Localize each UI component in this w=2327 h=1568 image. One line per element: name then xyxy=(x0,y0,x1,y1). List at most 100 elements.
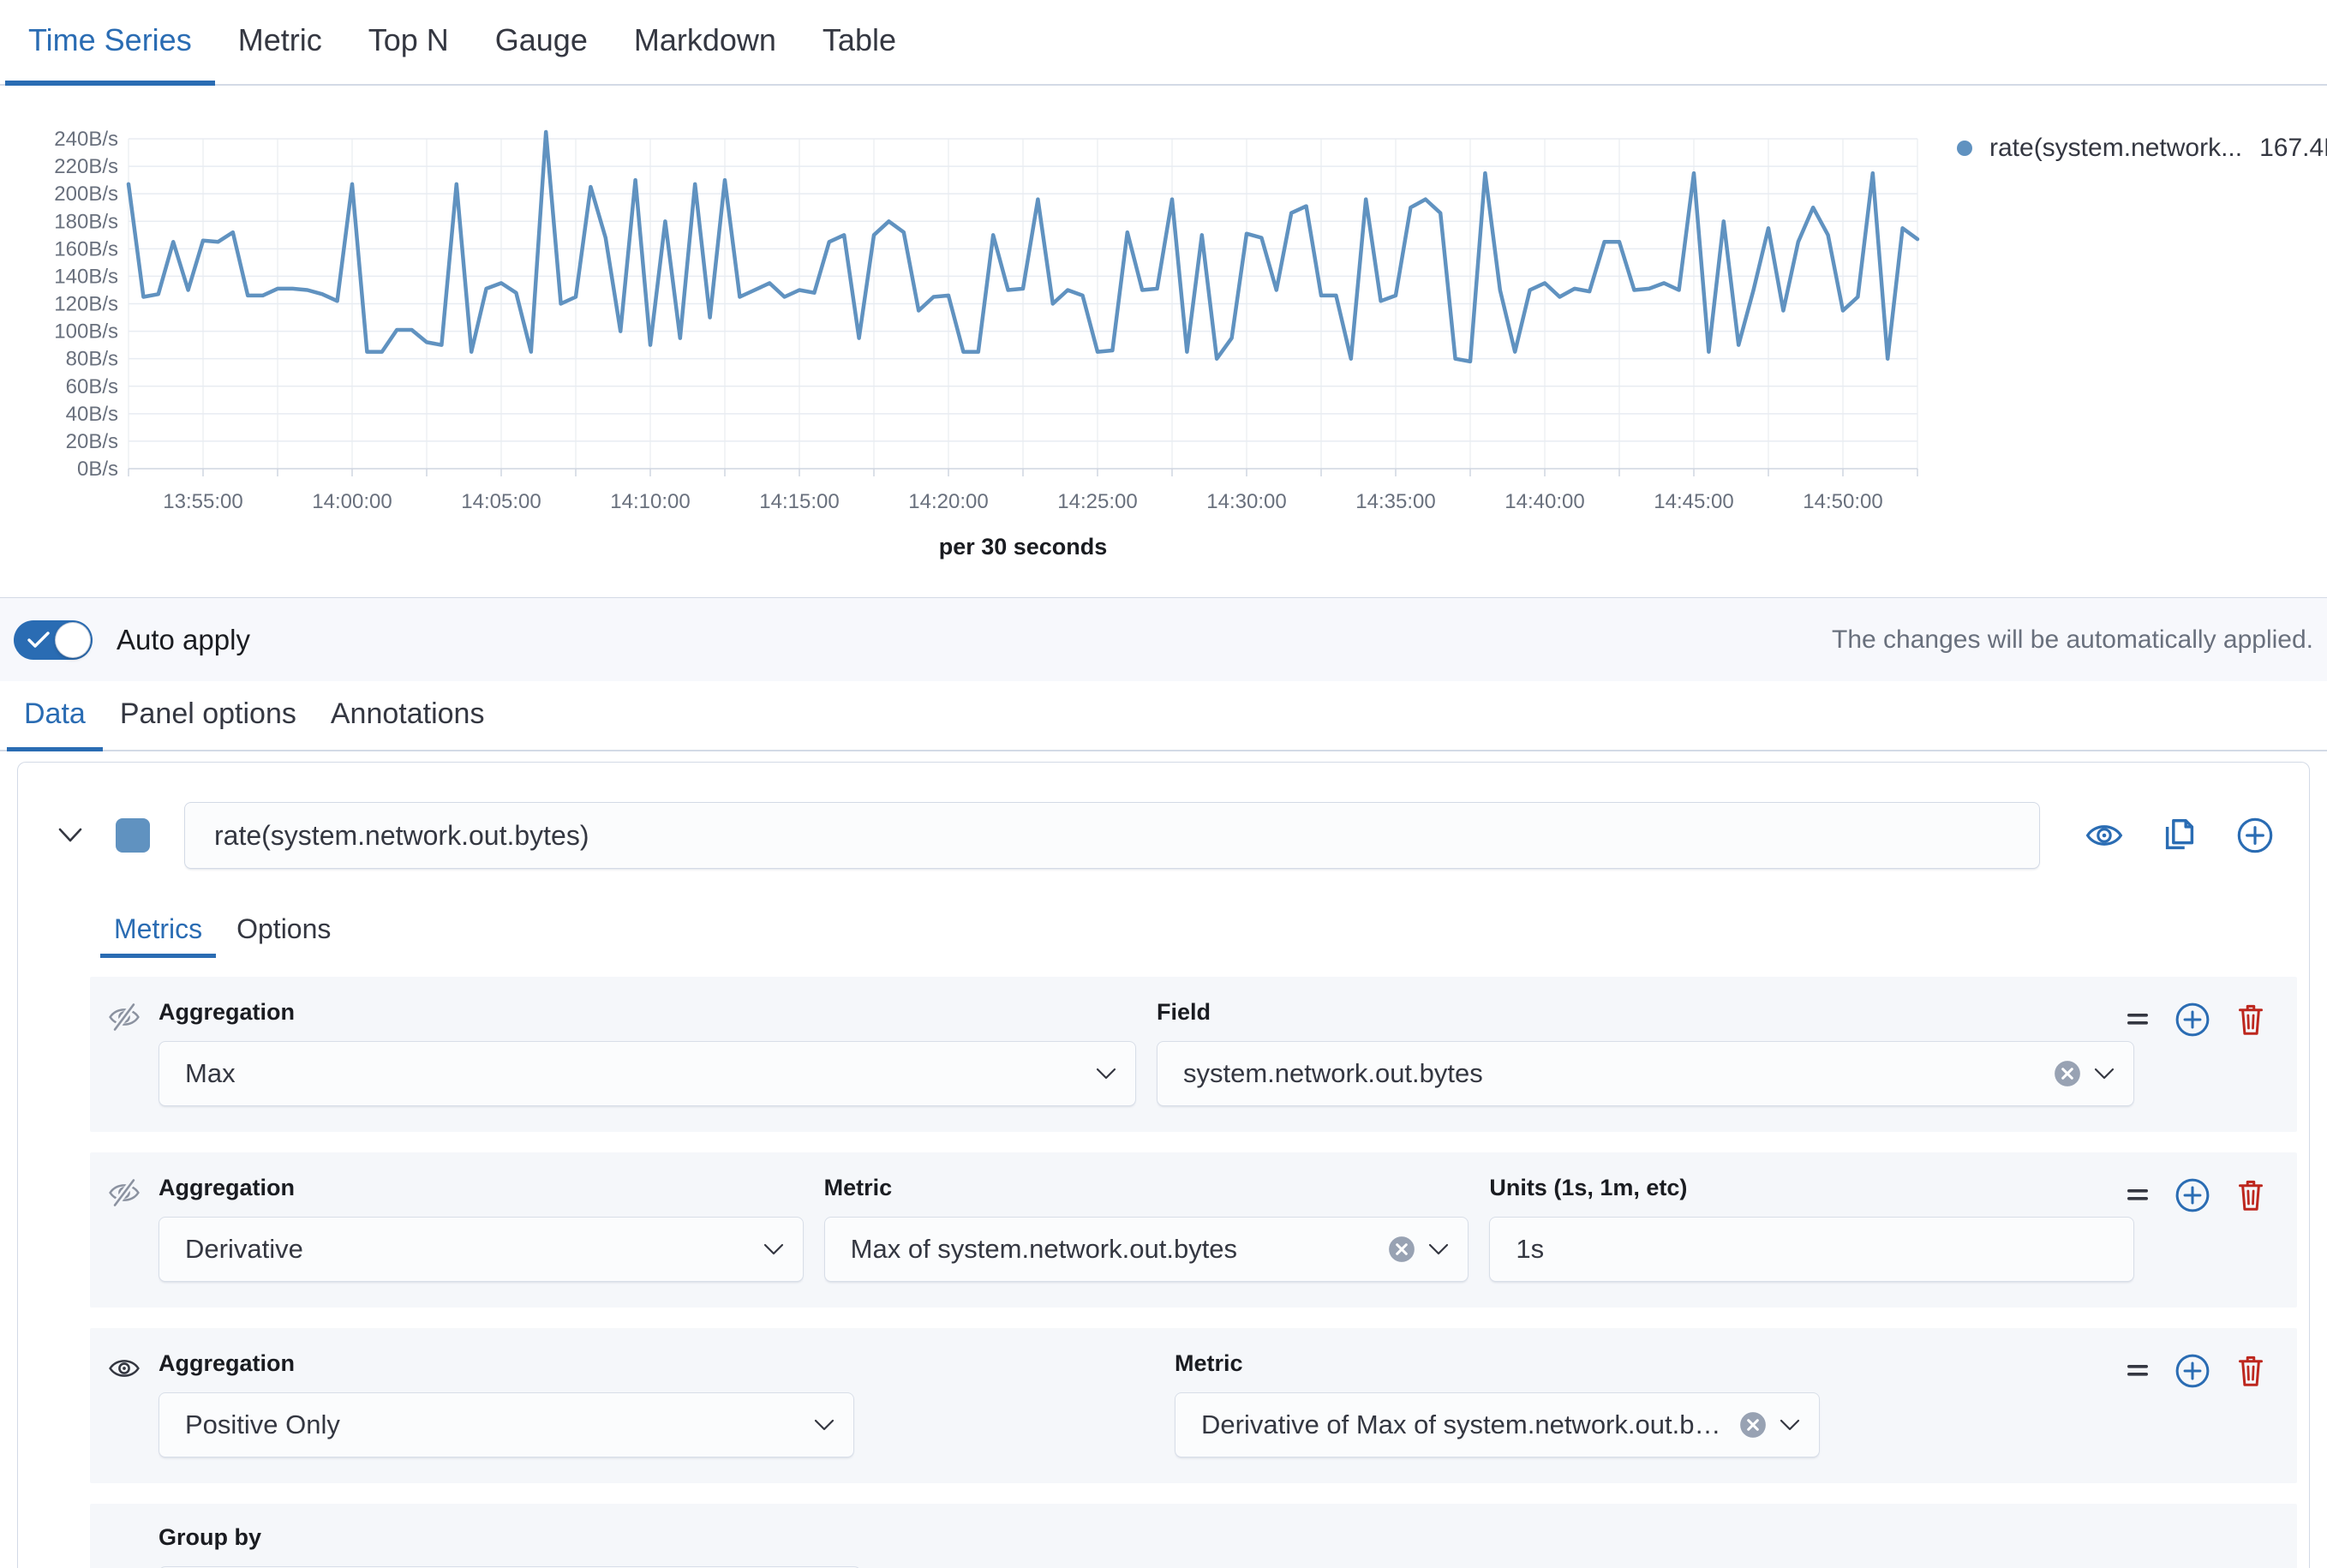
field-group: Metric Derivative of Max of system.netwo… xyxy=(1175,1350,1820,1457)
aggregation-select[interactable]: Max xyxy=(159,1041,1136,1106)
series-label-input[interactable] xyxy=(184,802,2040,869)
drag-handle-icon[interactable] xyxy=(2124,1010,2151,1029)
svg-text:240B/s: 240B/s xyxy=(54,128,118,151)
svg-text:14:35:00: 14:35:00 xyxy=(1355,490,1435,513)
chevron-down-icon xyxy=(1428,1242,1449,1256)
plus-circle-icon[interactable] xyxy=(2235,816,2275,855)
clear-icon[interactable] xyxy=(1738,1410,1768,1439)
eye-slash-icon[interactable] xyxy=(107,1178,141,1207)
tab-markdown[interactable]: Markdown xyxy=(611,0,799,86)
field-label: Metric xyxy=(1175,1350,1820,1377)
copy-icon[interactable] xyxy=(2160,816,2199,855)
field-label: Units (1s, 1m, etc) xyxy=(1489,1175,2134,1201)
tab-metrics[interactable]: Metrics xyxy=(100,905,216,958)
svg-text:120B/s: 120B/s xyxy=(54,293,118,316)
series-header xyxy=(18,802,2309,869)
svg-text:60B/s: 60B/s xyxy=(66,375,118,398)
svg-text:14:40:00: 14:40:00 xyxy=(1504,490,1584,513)
plus-circle-icon[interactable] xyxy=(2174,1352,2211,1390)
tab-options[interactable]: Options xyxy=(223,905,344,958)
field-group: Field system.network.out.bytes xyxy=(1157,999,2134,1106)
chevron-down-icon xyxy=(814,1418,834,1432)
field-combobox[interactable]: system.network.out.bytes xyxy=(1157,1041,2134,1106)
eye-icon[interactable] xyxy=(2085,816,2124,855)
series-header-actions xyxy=(2085,816,2275,855)
svg-text:100B/s: 100B/s xyxy=(54,320,118,344)
auto-apply-hint: The changes will be automatically applie… xyxy=(1832,625,2313,655)
trash-icon[interactable] xyxy=(2234,1001,2268,1038)
field-label: Aggregation xyxy=(159,999,1136,1026)
chart-legend-item[interactable]: rate(system.network... 167.4B/s xyxy=(1924,86,2327,597)
tab-metric[interactable]: Metric xyxy=(215,0,345,86)
toggle-knob xyxy=(56,623,90,657)
svg-text:14:10:00: 14:10:00 xyxy=(610,490,690,513)
svg-text:per 30 seconds: per 30 seconds xyxy=(939,534,1108,560)
drag-handle-icon[interactable] xyxy=(2124,1186,2151,1205)
svg-text:140B/s: 140B/s xyxy=(54,265,118,288)
legend-series-label: rate(system.network... xyxy=(1989,134,2242,163)
field-label: Aggregation xyxy=(159,1175,804,1201)
auto-apply-toggle[interactable] xyxy=(14,620,93,660)
svg-text:200B/s: 200B/s xyxy=(54,183,118,206)
tab-top-n[interactable]: Top N xyxy=(345,0,472,86)
chart-area: 0B/s20B/s40B/s60B/s80B/s100B/s120B/s140B… xyxy=(0,86,1924,597)
field-group: Units (1s, 1m, etc) 1s xyxy=(1489,1175,2134,1282)
eye-icon[interactable] xyxy=(107,1354,141,1383)
chevron-down-icon xyxy=(763,1242,784,1256)
visualization-type-tabs: Time SeriesMetricTop NGaugeMarkdownTable xyxy=(0,0,2327,86)
svg-text:220B/s: 220B/s xyxy=(54,155,118,178)
editor-tabs: DataPanel optionsAnnotations xyxy=(0,681,2327,751)
svg-text:14:50:00: 14:50:00 xyxy=(1803,490,1882,513)
field-group: Aggregation Positive Only xyxy=(159,1350,854,1457)
tab-table[interactable]: Table xyxy=(799,0,919,86)
group-by-label: Group by xyxy=(159,1524,2280,1551)
series-color-swatch[interactable] xyxy=(116,818,150,853)
metric-row: Aggregation Derivative Metric Max of sys… xyxy=(90,1152,2297,1308)
svg-text:180B/s: 180B/s xyxy=(54,210,118,233)
svg-text:14:25:00: 14:25:00 xyxy=(1057,490,1137,513)
plus-circle-icon[interactable] xyxy=(2174,1176,2211,1214)
clear-icon[interactable] xyxy=(1387,1235,1416,1264)
clear-icon[interactable] xyxy=(2053,1059,2082,1088)
svg-text:14:45:00: 14:45:00 xyxy=(1654,490,1733,513)
units-1s-1m-etc-input[interactable]: 1s xyxy=(1489,1217,2134,1282)
row-actions xyxy=(2124,1001,2268,1038)
field-group: Aggregation Derivative xyxy=(159,1175,804,1282)
field-label: Metric xyxy=(824,1175,1469,1201)
metric-combobox[interactable]: Derivative of Max of system.network.out.… xyxy=(1175,1392,1820,1457)
svg-text:14:15:00: 14:15:00 xyxy=(759,490,839,513)
field-label: Aggregation xyxy=(159,1350,854,1377)
tab-data[interactable]: Data xyxy=(7,681,103,751)
tab-panel-options[interactable]: Panel options xyxy=(103,681,314,751)
series-panel: MetricsOptions Aggregation Max Field sys… xyxy=(17,762,2310,1568)
trash-icon[interactable] xyxy=(2234,1352,2268,1390)
chevron-down-icon xyxy=(1096,1067,1116,1080)
check-icon xyxy=(27,631,50,649)
field-label: Field xyxy=(1157,999,2134,1026)
chevron-down-icon xyxy=(1780,1418,1800,1432)
group-by-row: Group by Everything xyxy=(90,1504,2297,1568)
tab-annotations[interactable]: Annotations xyxy=(314,681,502,751)
series-tabs: MetricsOptions xyxy=(100,905,2309,958)
trash-icon[interactable] xyxy=(2234,1176,2268,1214)
svg-text:13:55:00: 13:55:00 xyxy=(163,490,242,513)
drag-handle-icon[interactable] xyxy=(2124,1362,2151,1380)
eye-slash-icon[interactable] xyxy=(107,1002,141,1032)
row-actions xyxy=(2124,1176,2268,1214)
chart-section: 0B/s20B/s40B/s60B/s80B/s100B/s120B/s140B… xyxy=(0,86,2327,597)
auto-apply-bar: Auto apply The changes will be automatic… xyxy=(0,597,2327,681)
metric-row: Aggregation Positive Only Metric Derivat… xyxy=(90,1328,2297,1483)
chevron-down-icon[interactable] xyxy=(57,827,83,844)
aggregation-select[interactable]: Positive Only xyxy=(159,1392,854,1457)
auto-apply-label: Auto apply xyxy=(117,624,250,656)
plus-circle-icon[interactable] xyxy=(2174,1001,2211,1038)
metric-rows: Aggregation Max Field system.network.out… xyxy=(18,977,2309,1483)
chevron-down-icon xyxy=(2094,1067,2115,1080)
svg-text:80B/s: 80B/s xyxy=(66,348,118,371)
tab-time-series[interactable]: Time Series xyxy=(5,0,215,86)
svg-text:160B/s: 160B/s xyxy=(54,237,118,260)
metric-combobox[interactable]: Max of system.network.out.bytes xyxy=(824,1217,1469,1282)
tab-gauge[interactable]: Gauge xyxy=(472,0,611,86)
aggregation-select[interactable]: Derivative xyxy=(159,1217,804,1282)
field-group: Aggregation Max xyxy=(159,999,1136,1106)
